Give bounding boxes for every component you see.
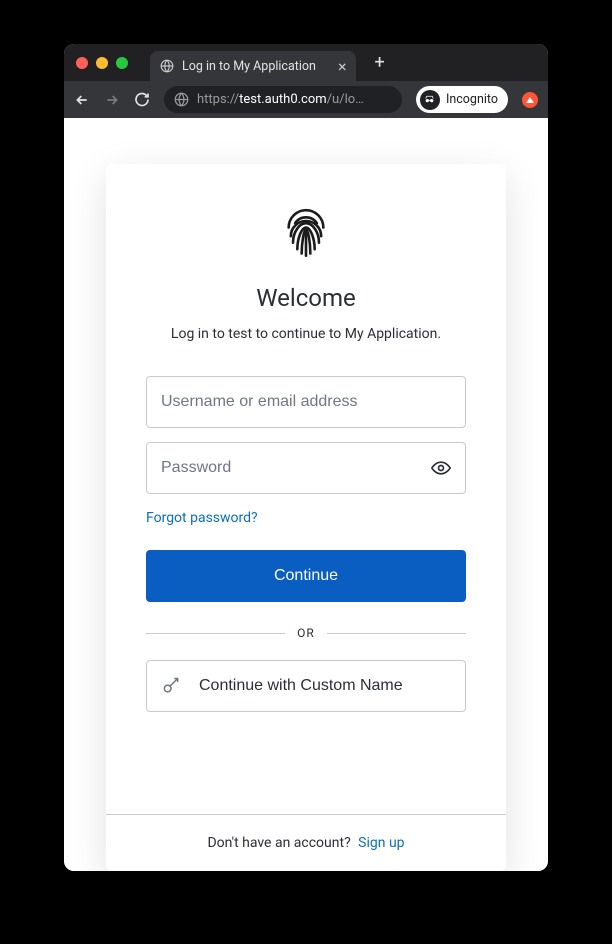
fingerprint-icon [280, 208, 332, 260]
tab-title: Log in to My Application [182, 59, 316, 74]
incognito-icon [420, 90, 440, 110]
social-login-button[interactable]: Continue with Custom Name [146, 660, 466, 712]
new-tab-button[interactable]: + [374, 52, 384, 73]
signup-link[interactable]: Sign up [358, 835, 404, 851]
page-viewport: Welcome Log in to test to continue to My… [64, 118, 548, 871]
forward-button[interactable] [104, 92, 120, 108]
forgot-password-link[interactable]: Forgot password? [146, 510, 258, 526]
incognito-badge[interactable]: Incognito [416, 86, 508, 113]
login-card: Welcome Log in to test to continue to My… [106, 164, 506, 871]
close-tab-button[interactable]: × [338, 57, 347, 76]
divider-line [146, 633, 285, 634]
close-window-button[interactable] [76, 57, 88, 69]
reload-button[interactable] [134, 92, 150, 108]
address-bar[interactable]: https://test.auth0.com/u/lo… [164, 86, 402, 113]
toolbar: https://test.auth0.com/u/lo… Incognito [64, 81, 548, 118]
globe-icon [160, 59, 174, 73]
show-password-button[interactable] [431, 458, 451, 478]
key-icon [161, 676, 181, 696]
continue-button[interactable]: Continue [146, 550, 466, 602]
divider-or: OR [146, 626, 466, 640]
window-controls [76, 57, 128, 69]
footer-text: Don't have an account? [207, 835, 350, 851]
page-title: Welcome [256, 284, 356, 312]
incognito-label: Incognito [446, 92, 498, 107]
browser-tab[interactable]: Log in to My Application × [150, 51, 356, 81]
page-subtitle: Log in to test to continue to My Applica… [171, 326, 441, 342]
password-field-wrapper [146, 442, 466, 494]
username-input[interactable] [161, 393, 451, 411]
site-info-icon[interactable] [174, 92, 189, 107]
extension-icon[interactable] [522, 92, 538, 108]
browser-window: Log in to My Application × + https://tes… [64, 44, 548, 871]
maximize-window-button[interactable] [116, 57, 128, 69]
or-label: OR [297, 626, 315, 640]
card-footer: Don't have an account? Sign up [106, 814, 506, 871]
social-login-label: Continue with Custom Name [199, 677, 403, 695]
username-field-wrapper [146, 376, 466, 428]
password-input[interactable] [161, 459, 431, 477]
url-text: https://test.auth0.com/u/lo… [197, 92, 364, 107]
titlebar: Log in to My Application × + [64, 44, 548, 81]
divider-line [327, 633, 466, 634]
minimize-window-button[interactable] [96, 57, 108, 69]
back-button[interactable] [74, 92, 90, 108]
